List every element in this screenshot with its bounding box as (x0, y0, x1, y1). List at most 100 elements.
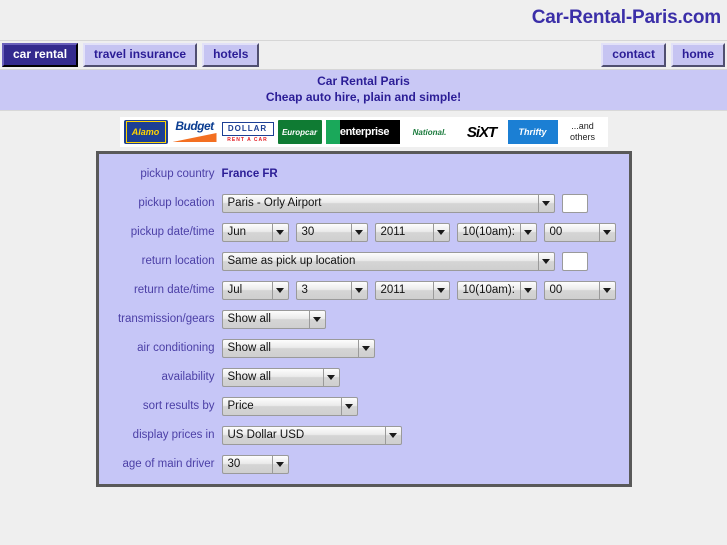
nav-tab-travel-insurance[interactable]: travel insurance (83, 43, 198, 67)
chevron-down-icon (271, 280, 289, 300)
chevron-down-icon (598, 280, 616, 300)
select-transmission[interactable]: Show all (221, 309, 326, 329)
select-pickup-year-value: 2011 (374, 222, 433, 242)
chevron-down-icon (537, 251, 555, 271)
budget-logo-swoosh (172, 133, 217, 142)
select-return-minute-value: 00 (543, 280, 599, 300)
chevron-down-icon (519, 222, 537, 242)
chevron-down-icon (271, 222, 289, 242)
site-title: Car-Rental-Paris.com (531, 7, 721, 28)
select-return-day[interactable]: 3 (295, 280, 368, 300)
main-navbar: car rental travel insurance hotels conta… (0, 40, 727, 70)
label-pickup-location: pickup location (138, 197, 215, 209)
chevron-down-icon (308, 309, 326, 329)
chevron-down-icon (537, 193, 555, 213)
row-pickup-location: pickup location Paris - Orly Airport (99, 193, 629, 213)
navbar-right-group: contact home (601, 43, 725, 67)
nav-link-home[interactable]: home (670, 43, 725, 67)
europcar-logo: Europcar (277, 120, 322, 144)
chevron-down-icon (519, 280, 537, 300)
select-display-prices-in-value: US Dollar USD (221, 425, 385, 445)
fields-pickup-country: France FR (222, 168, 278, 180)
dollar-logo-text: DOLLAR (221, 121, 274, 136)
chevron-down-icon (322, 367, 340, 387)
fields-return-location: Same as pick up location (221, 251, 588, 271)
label-display-prices-in: display prices in (132, 429, 215, 441)
row-availability: availability Show all (99, 367, 629, 387)
fields-pickup-location: Paris - Orly Airport (221, 193, 588, 213)
tagline-band: Car Rental Paris Cheap auto hire, plain … (0, 70, 727, 111)
budget-logo: Budget (172, 120, 218, 144)
input-return-location-extra[interactable] (561, 251, 588, 271)
select-return-year[interactable]: 2011 (374, 280, 450, 300)
thrifty-logo: Thrifty (507, 120, 558, 144)
fields-availability: Show all (221, 367, 340, 387)
booking-form-section: pickup country France FR pickup location… (0, 151, 727, 487)
sixt-logo-text: SiXT (466, 123, 497, 141)
select-pickup-hour[interactable]: 10(10am): (456, 222, 537, 242)
row-display-prices-in: display prices in US Dollar USD (99, 425, 629, 445)
budget-logo-text: Budget (175, 120, 214, 133)
select-pickup-day-value: 30 (295, 222, 351, 242)
input-pickup-location-extra[interactable] (561, 193, 588, 213)
select-pickup-minute-value: 00 (543, 222, 599, 242)
select-return-location[interactable]: Same as pick up location (221, 251, 555, 271)
select-pickup-minute[interactable]: 00 (543, 222, 616, 242)
row-pickup-country: pickup country France FR (99, 164, 629, 184)
select-return-minute[interactable]: 00 (543, 280, 616, 300)
label-return-location: return location (141, 255, 215, 267)
select-return-year-value: 2011 (374, 280, 433, 300)
fields-air-conditioning: Show all (221, 338, 375, 358)
row-return-location: return location Same as pick up location (99, 251, 629, 271)
select-availability-value: Show all (221, 367, 323, 387)
alamo-logo-text: Alamo (125, 121, 166, 143)
row-air-conditioning: air conditioning Show all (99, 338, 629, 358)
partner-logos-section: Alamo Budget DOLLAR RENT A CAR Europcar … (0, 111, 727, 151)
label-availability: availability (161, 371, 215, 383)
chevron-down-icon (340, 396, 358, 416)
chevron-down-icon (350, 280, 368, 300)
select-air-conditioning[interactable]: Show all (221, 338, 375, 358)
europcar-logo-text: Europcar (281, 127, 318, 137)
national-logo-text: National. (412, 127, 447, 137)
national-logo: National. (404, 120, 456, 144)
select-pickup-hour-value: 10(10am): (456, 222, 520, 242)
select-return-month-value: Jul (221, 280, 272, 300)
label-sort-results-by: sort results by (142, 400, 215, 412)
select-pickup-day[interactable]: 30 (295, 222, 368, 242)
select-age-of-main-driver[interactable]: 30 (221, 454, 289, 474)
tagline-subheading: Cheap auto hire, plain and simple! (265, 90, 462, 104)
select-availability[interactable]: Show all (221, 367, 340, 387)
tagline-heading: Car Rental Paris (317, 74, 410, 88)
chevron-down-icon (432, 280, 450, 300)
select-pickup-month-value: Jun (221, 222, 272, 242)
alamo-logo: Alamo (123, 120, 168, 144)
select-display-prices-in[interactable]: US Dollar USD (221, 425, 402, 445)
nav-tab-car-rental[interactable]: car rental (2, 43, 79, 67)
dollar-logo-subtext: RENT A CAR (227, 136, 268, 143)
fields-sort-results-by: Price (221, 396, 358, 416)
nav-tab-hotels[interactable]: hotels (202, 43, 260, 67)
navbar-left-group: car rental travel insurance hotels (0, 43, 260, 67)
label-age-of-main-driver: age of main driver (122, 458, 215, 470)
select-sort-results-by[interactable]: Price (221, 396, 358, 416)
chevron-down-icon (598, 222, 616, 242)
enterprise-logo-text: enterprise (339, 126, 390, 138)
and-others-line2: others (569, 132, 595, 142)
select-pickup-location[interactable]: Paris - Orly Airport (221, 193, 555, 213)
label-pickup-country: pickup country (140, 168, 215, 180)
nav-link-contact[interactable]: contact (601, 43, 666, 67)
select-pickup-month[interactable]: Jun (221, 222, 289, 242)
select-pickup-year[interactable]: 2011 (374, 222, 450, 242)
row-transmission: transmission/gears Show all (99, 309, 629, 329)
select-age-of-main-driver-value: 30 (221, 454, 272, 474)
select-air-conditioning-value: Show all (221, 338, 358, 358)
select-return-hour[interactable]: 10(10am): (456, 280, 537, 300)
select-return-month[interactable]: Jul (221, 280, 289, 300)
value-pickup-country: France FR (221, 168, 278, 180)
label-pickup-datetime: pickup date/time (130, 226, 215, 238)
select-return-location-value: Same as pick up location (221, 251, 538, 271)
row-sort-results-by: sort results by Price (99, 396, 629, 416)
partner-logos-strip: Alamo Budget DOLLAR RENT A CAR Europcar … (119, 117, 608, 147)
row-pickup-datetime: pickup date/time Jun 30 2011 10(10am): 0… (99, 222, 629, 242)
